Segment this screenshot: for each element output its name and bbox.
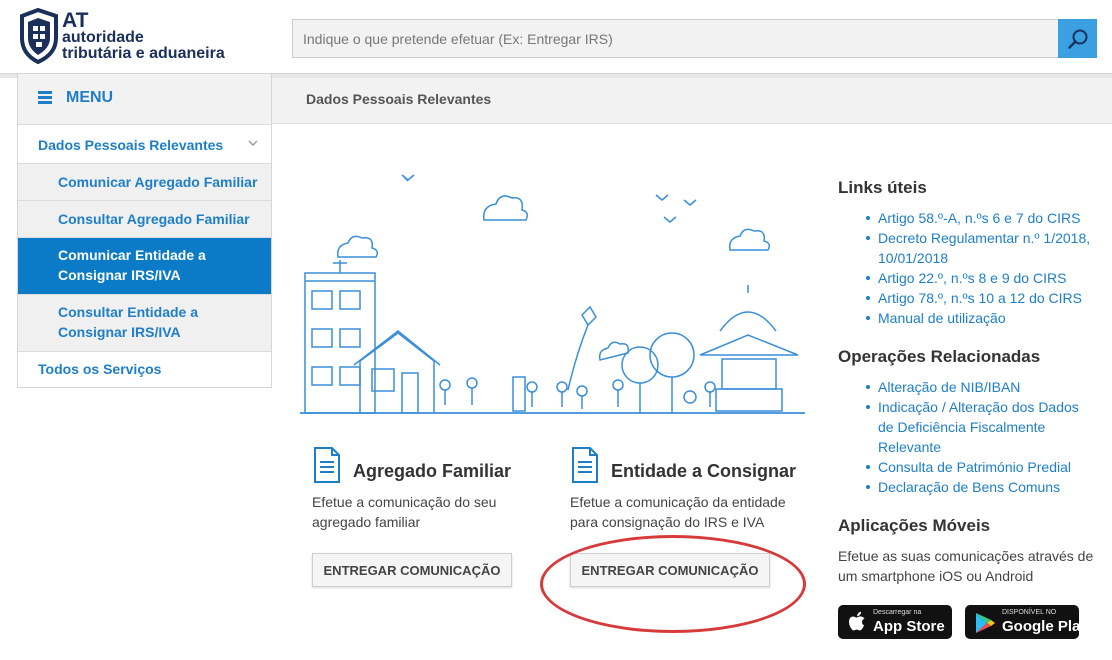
- link-item[interactable]: Decreto Regulamentar n.º 1/2018, 10/01/2…: [838, 228, 1098, 268]
- operacoes-list: Alteração de NIB/IBAN Indicação / Altera…: [838, 377, 1098, 497]
- logo-text: AT autoridade tributária e aduaneira: [62, 9, 225, 62]
- link-item[interactable]: Declaração de Bens Comuns: [838, 477, 1098, 497]
- card-title: Agregado Familiar: [353, 461, 512, 481]
- links-uteis-list: Artigo 58.º-A, n.ºs 6 e 7 do CIRS Decret…: [838, 208, 1098, 328]
- sidebar-item-label: Comunicar Entidade a Consignar IRS/IVA: [58, 247, 206, 283]
- sidebar-item-dados-pessoais[interactable]: Dados Pessoais Relevantes: [18, 125, 271, 164]
- link-item[interactable]: Manual de utilização: [838, 308, 1098, 328]
- link-item[interactable]: Alteração de NIB/IBAN: [838, 377, 1098, 397]
- link-item[interactable]: Consulta de Património Predial: [838, 457, 1098, 477]
- logo-line-2: tributária e aduaneira: [62, 45, 225, 62]
- google-play-icon: [976, 613, 995, 633]
- aplicacoes-description: Efetue as suas comunicações através de u…: [838, 548, 1094, 584]
- link-item[interactable]: Artigo 78.º, n.ºs 10 a 12 do CIRS: [838, 288, 1098, 308]
- link-item[interactable]: Artigo 22.º, n.ºs 8 e 9 do CIRS: [838, 268, 1098, 288]
- search-button[interactable]: [1058, 19, 1097, 58]
- aplicacoes-title: Aplicações Móveis: [838, 516, 991, 535]
- logo-at: AT: [62, 9, 89, 32]
- links-uteis-title: Links úteis: [838, 178, 927, 197]
- sidebar-item-consultar-agregado[interactable]: Consultar Agregado Familiar: [18, 201, 271, 238]
- card-description: Efetue a comunicação do seu agregado fam…: [312, 494, 497, 530]
- sidebar-item-consultar-entidade[interactable]: Consultar Entidade a Consignar IRS/IVA: [18, 295, 271, 352]
- operacoes-title: Operações Relacionadas: [838, 347, 1041, 366]
- breadcrumb-current: Dados Pessoais Relevantes: [306, 91, 492, 107]
- link-item[interactable]: Artigo 58.º-A, n.ºs 6 e 7 do CIRS: [838, 208, 1098, 228]
- breadcrumb: Dados Pessoais Relevantes: [272, 78, 1112, 124]
- hamburger-icon: [38, 91, 52, 104]
- entregar-comunicacao-agregado-button[interactable]: ENTREGAR COMUNICAÇÃO: [312, 553, 512, 587]
- card-description: Efetue a comunicação da entidade para co…: [570, 494, 786, 530]
- app-store-badge[interactable]: Descarregar na App Store: [838, 605, 952, 639]
- menu-toggle[interactable]: MENU: [18, 74, 271, 125]
- document-icon: [314, 447, 340, 483]
- entregar-comunicacao-entidade-button[interactable]: ENTREGAR COMUNICAÇÃO: [570, 553, 770, 587]
- search-input[interactable]: [293, 20, 1058, 57]
- sidebar-item-label: Consultar Agregado Familiar: [58, 211, 250, 227]
- google-play-badge[interactable]: DISPONÍVEL NO Google Play: [965, 605, 1089, 639]
- sidebar-item-todos-servicos[interactable]: Todos os Serviços: [18, 352, 271, 387]
- search-icon: [1067, 29, 1087, 49]
- google-play-big-text: Google Play: [1002, 618, 1089, 635]
- menu-label: MENU: [66, 89, 114, 106]
- google-play-small-text: DISPONÍVEL NO: [1002, 609, 1057, 616]
- app-store-big-text: App Store: [873, 618, 945, 635]
- apple-icon: [849, 611, 865, 631]
- header: AT autoridade tributária e aduaneira: [0, 0, 1112, 73]
- sidebar-item-label: Todos os Serviços: [38, 361, 162, 377]
- sidebar-item-label: Consultar Entidade a Consignar IRS/IVA: [58, 304, 199, 340]
- search-bar: [292, 19, 1097, 58]
- logo-line-1: autoridade: [62, 29, 144, 46]
- at-logo[interactable]: AT autoridade tributária e aduaneira: [18, 8, 238, 68]
- sidebar-item-comunicar-agregado[interactable]: Comunicar Agregado Familiar: [18, 164, 271, 201]
- shield-logo-icon: [20, 8, 58, 64]
- app-store-small-text: Descarregar na: [873, 609, 922, 616]
- city-illustration: [300, 174, 805, 414]
- chevron-down-icon: [248, 140, 258, 146]
- sidebar-item-comunicar-entidade[interactable]: Comunicar Entidade a Consignar IRS/IVA: [18, 238, 271, 295]
- link-item[interactable]: Indicação / Alteração dos Dados de Defic…: [838, 397, 1098, 457]
- document-icon: [572, 447, 598, 483]
- card-title: Entidade a Consignar: [611, 461, 797, 481]
- sidebar-menu: MENU Dados Pessoais Relevantes Comunicar…: [17, 73, 272, 388]
- sidebar-item-label: Comunicar Agregado Familiar: [58, 174, 258, 190]
- sidebar-item-label: Dados Pessoais Relevantes: [38, 137, 224, 153]
